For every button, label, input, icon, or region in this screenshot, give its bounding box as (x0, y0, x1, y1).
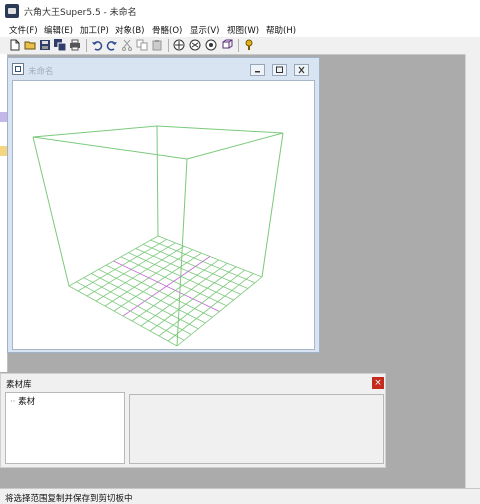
panel-title: 素材库 (6, 380, 32, 390)
copy-icon[interactable] (136, 39, 148, 51)
document-window[interactable]: 未命名 (7, 57, 320, 353)
left-panel-highlight (0, 146, 7, 156)
status-text: 将选择范围复制并保存到剪切板中 (5, 494, 133, 504)
view-perspective-icon[interactable] (221, 39, 233, 51)
material-content-pane[interactable] (129, 394, 384, 464)
close-button[interactable] (294, 64, 309, 76)
close-icon (298, 66, 305, 74)
cut-icon[interactable] (121, 39, 133, 51)
minimize-icon (255, 71, 260, 73)
new-file-icon[interactable] (9, 39, 21, 51)
wireframe-scene (32, 125, 284, 347)
paste-icon[interactable] (151, 39, 163, 51)
undo-icon[interactable] (91, 39, 103, 51)
tree-connector-icon: ·· (10, 397, 19, 407)
grid-line (98, 268, 206, 324)
panel-close-button[interactable]: × (372, 377, 384, 389)
bounding-box (32, 125, 284, 347)
3d-viewport[interactable] (12, 80, 315, 350)
menu-bone[interactable]: 骨骼(O) (152, 24, 182, 36)
light-icon[interactable] (243, 39, 255, 51)
app-logo-icon (5, 4, 19, 18)
maximize-icon (276, 66, 283, 73)
open-folder-icon[interactable] (24, 39, 36, 51)
grid-line (91, 273, 199, 330)
save-icon[interactable] (39, 39, 51, 51)
document-icon (12, 63, 24, 75)
grid-line (176, 276, 263, 347)
toolbar-separator (168, 39, 169, 52)
menu-help[interactable]: 帮助(H) (266, 24, 296, 36)
minimize-button[interactable] (250, 64, 265, 76)
save-as-icon[interactable] (54, 39, 66, 51)
material-tree[interactable]: ·· 素材 (5, 392, 125, 464)
view-front-icon[interactable] (173, 39, 185, 51)
grid-line (76, 281, 185, 341)
tree-item-material[interactable]: ·· 素材 (10, 395, 35, 407)
grid-line (68, 285, 178, 347)
floor-grid (68, 235, 263, 347)
menu-bar: 文件(F) 编辑(E) 加工(P) 对象(B) 骨骼(O) 显示(V) 视图(W… (0, 22, 480, 37)
toolbar (0, 37, 480, 55)
toolbar-separator (86, 39, 87, 52)
menu-edit[interactable]: 编辑(E) (44, 24, 73, 36)
left-panel-highlight (0, 112, 7, 122)
view-side-icon[interactable] (189, 39, 201, 51)
redo-icon[interactable] (106, 39, 118, 51)
material-library-panel: 素材库 × ·· 素材 (0, 373, 386, 468)
menu-view[interactable]: 视图(W) (227, 24, 259, 36)
view-top-icon[interactable] (205, 39, 217, 51)
menu-object[interactable]: 对象(B) (115, 24, 144, 36)
tree-item-label: 素材 (18, 397, 36, 407)
document-window-titlebar[interactable]: 未命名 (8, 58, 319, 80)
title-bar: 六角大王Super5.5 - 未命名 (0, 0, 480, 23)
toolbar-separator (238, 39, 239, 52)
menu-file[interactable]: 文件(F) (9, 24, 38, 36)
menu-process[interactable]: 加工(P) (80, 24, 109, 36)
window-title: 六角大王Super5.5 - 未命名 (24, 8, 137, 18)
vertical-scrollbar[interactable] (465, 54, 480, 488)
status-bar: 将选择范围复制并保存到剪切板中 (0, 488, 480, 504)
print-icon[interactable] (69, 39, 81, 51)
grid-line (83, 277, 192, 335)
document-title: 未命名 (28, 67, 54, 77)
menu-display[interactable]: 显示(V) (190, 24, 219, 36)
maximize-button[interactable] (272, 64, 287, 76)
grid-line (105, 264, 213, 318)
